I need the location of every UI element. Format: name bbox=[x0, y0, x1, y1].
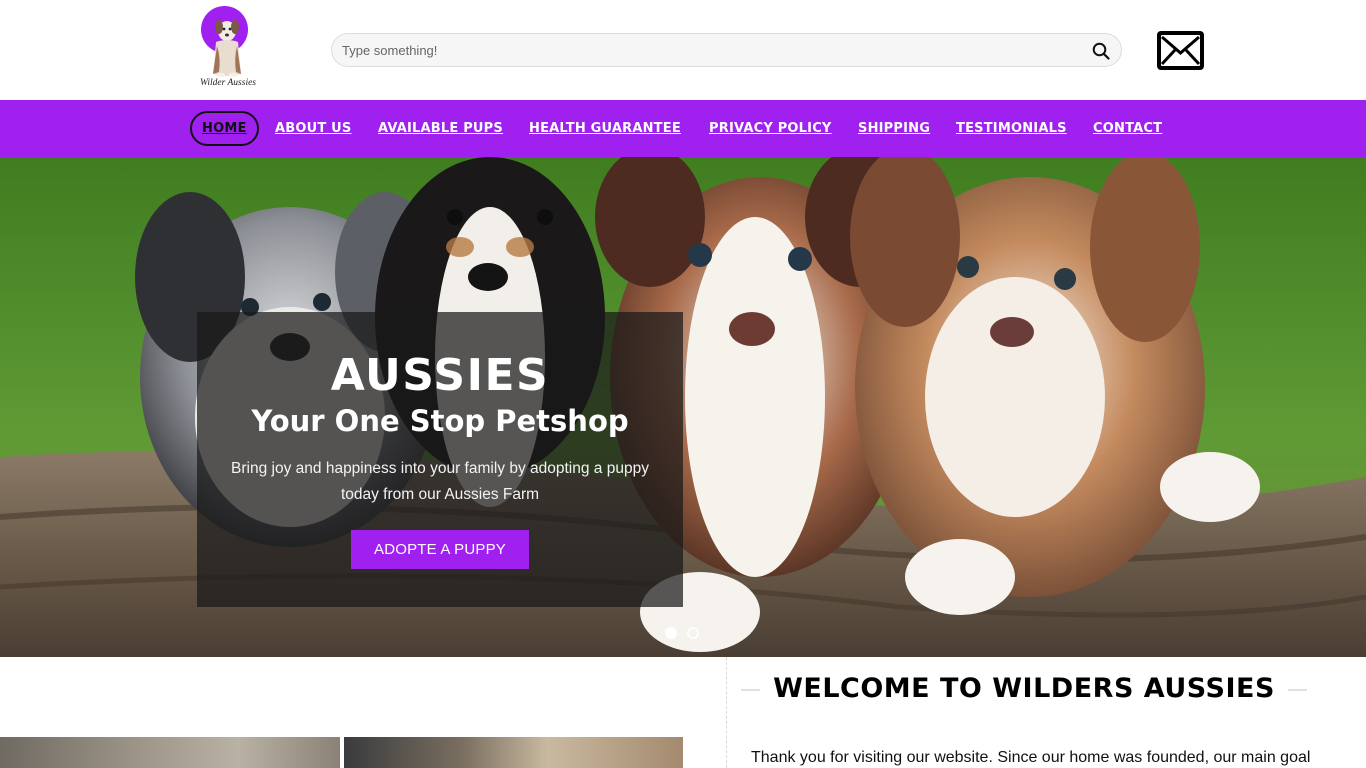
heading-rule-right bbox=[1288, 689, 1307, 691]
site-logo[interactable]: Wilder Aussies bbox=[197, 4, 259, 92]
welcome-heading: WELCOME TO WILDERS AUSSIES bbox=[773, 673, 1275, 704]
nav-item-home[interactable]: HOME bbox=[190, 111, 259, 146]
welcome-heading-block: WELCOME TO WILDERS AUSSIES bbox=[741, 671, 1307, 707]
slider-dots bbox=[665, 627, 705, 639]
slider-dot-2[interactable] bbox=[687, 627, 699, 639]
gallery-photo-2[interactable] bbox=[344, 737, 683, 768]
hero-slider: AUSSIES Your One Stop Petshop Bring joy … bbox=[0, 157, 1366, 657]
nav-item-testimonials[interactable]: TESTIMONIALS bbox=[956, 111, 1067, 146]
hero-title: AUSSIES bbox=[330, 350, 550, 401]
gallery-photo-1[interactable] bbox=[0, 737, 340, 768]
mail-icon bbox=[1157, 31, 1204, 70]
nav-item-available-pups[interactable]: AVAILABLE PUPS bbox=[378, 111, 503, 146]
adopt-puppy-button[interactable]: ADOPTE A PUPPY bbox=[351, 530, 529, 569]
nav-item-about-us[interactable]: ABOUT US bbox=[275, 111, 352, 146]
nav-item-shipping[interactable]: SHIPPING bbox=[858, 111, 930, 146]
logo-dog-illustration bbox=[213, 20, 241, 78]
nav-item-contact[interactable]: CONTACT bbox=[1093, 111, 1162, 146]
nav-item-privacy-policy[interactable]: PRIVACY POLICY bbox=[709, 111, 832, 146]
search-input[interactable] bbox=[342, 34, 1072, 66]
main-nav: HOME ABOUT US AVAILABLE PUPS HEALTH GUAR… bbox=[0, 100, 1366, 157]
search-button[interactable] bbox=[1090, 40, 1112, 62]
hero-description: Bring joy and happiness into your family… bbox=[231, 460, 649, 503]
hero-subtitle: Your One Stop Petshop bbox=[251, 404, 629, 438]
search-bar bbox=[331, 33, 1122, 67]
mail-button[interactable] bbox=[1157, 31, 1204, 70]
logo-text: Wilder Aussies bbox=[199, 78, 257, 88]
column-divider bbox=[726, 657, 727, 768]
welcome-intro-text: Thank you for visiting our website. Sinc… bbox=[751, 749, 1311, 766]
slider-dot-1[interactable] bbox=[665, 627, 677, 639]
nav-item-health-guarantee[interactable]: HEALTH GUARANTEE bbox=[529, 111, 681, 146]
site-header: Wilder Aussies bbox=[0, 0, 1366, 100]
hero-caption-box: AUSSIES Your One Stop Petshop Bring joy … bbox=[197, 312, 683, 607]
search-icon bbox=[1092, 42, 1110, 60]
